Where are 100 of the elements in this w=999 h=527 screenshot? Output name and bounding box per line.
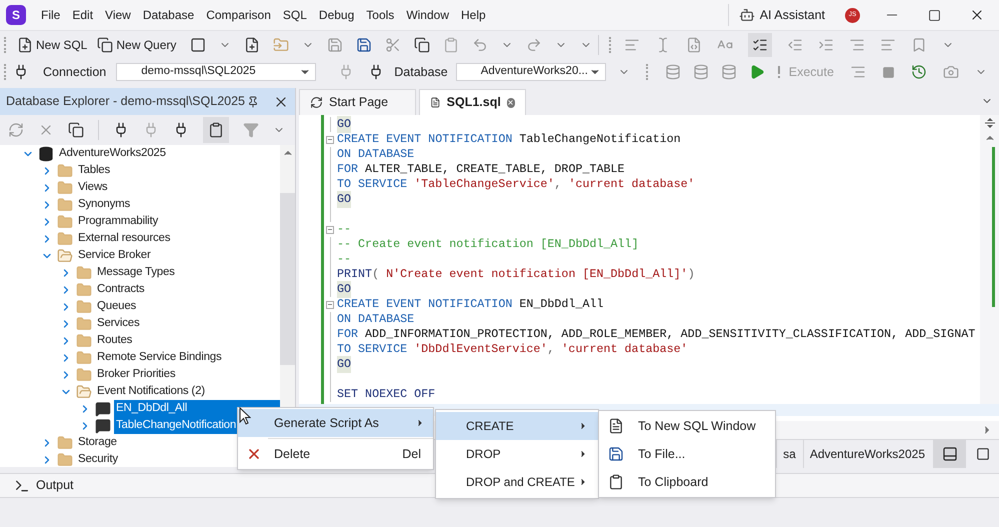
code-text: ADD_INFORMATION_PROTECTION, ADD_ROLE_MEMBER, ADD_SENSITIVITY_CLASSIFICATION, ADD_SIGNAT: [365, 326, 976, 343]
pin-icon[interactable]: [247, 96, 259, 108]
menu-item[interactable]: SQL: [278, 6, 312, 24]
menu-item[interactable]: To New SQL Window: [599, 412, 775, 440]
menu-item[interactable]: Help: [456, 6, 491, 24]
split-icon[interactable]: [984, 118, 994, 128]
save-icon[interactable]: [608, 446, 624, 462]
ai-assistant-button[interactable]: AI Assistant: [728, 6, 835, 24]
tree-item[interactable]: Synonyms: [76, 196, 280, 213]
code-text: PRINT: [337, 266, 372, 283]
fold-toggle[interactable]: [326, 226, 334, 234]
tree-item[interactable]: Service Broker: [76, 247, 280, 264]
tree-item[interactable]: Queues: [95, 298, 280, 315]
status-item[interactable]: AdventureWorks2025: [810, 444, 925, 462]
menu-item[interactable]: Generate Script As: [238, 409, 433, 437]
tree-item[interactable]: Broker Priorities: [95, 366, 280, 383]
refresh-icon[interactable]: [8, 122, 24, 138]
maximize-icon[interactable]: [928, 8, 941, 22]
new-file-icon[interactable]: [17, 36, 33, 52]
menu-item[interactable]: To Clipboard: [599, 468, 775, 496]
snapshot-icon[interactable]: [942, 64, 959, 80]
align-icon[interactable]: [849, 36, 866, 52]
menu-item[interactable]: DROP: [436, 440, 598, 468]
redo-icon[interactable]: [526, 36, 542, 52]
tree-item[interactable]: Event Notifications (2): [95, 383, 280, 400]
menu-item[interactable]: Window: [401, 6, 454, 24]
editor-tab[interactable]: SQL1.sql: [419, 89, 526, 115]
menu-item[interactable]: Database: [138, 6, 200, 24]
code-text: 'current database': [561, 340, 688, 358]
sql-file-icon[interactable]: [430, 96, 441, 109]
menu-item[interactable]: Debug: [314, 6, 360, 24]
tree-item[interactable]: Services: [95, 315, 280, 332]
database-icon: [38, 146, 54, 162]
outdent-icon[interactable]: [787, 36, 804, 52]
menu-item[interactable]: Edit: [67, 6, 98, 24]
code-text: ,: [554, 176, 562, 193]
speech-bubble-icon: [95, 400, 111, 416]
shortcut-text: Del: [402, 446, 422, 463]
stop-icon[interactable]: [882, 66, 895, 78]
delete-icon[interactable]: [246, 446, 262, 462]
tree-item[interactable]: Contracts: [95, 281, 280, 298]
full-panel-icon[interactable]: [976, 446, 990, 460]
code-text: 'current database': [568, 176, 695, 193]
new-file-icon[interactable]: [244, 36, 260, 52]
new-query-button[interactable]: New Query: [93, 34, 180, 56]
tree-item[interactable]: External resources: [76, 230, 280, 247]
editor-tab[interactable]: Start Page: [299, 89, 416, 115]
menu-item[interactable]: DROP and CREATE: [436, 468, 598, 496]
menu-item[interactable]: To File...: [599, 440, 775, 468]
scrollbar[interactable]: [980, 115, 999, 404]
sql-window-icon[interactable]: [608, 418, 624, 434]
folder-icon: [76, 350, 92, 366]
format-icon[interactable]: [624, 36, 640, 52]
tree-item[interactable]: Views: [76, 179, 280, 196]
undo-icon[interactable]: [472, 36, 488, 52]
menu-item[interactable]: Comparison: [201, 6, 276, 24]
indent-icon[interactable]: [818, 36, 834, 52]
copy-icon[interactable]: [414, 36, 430, 52]
bottom-panel-icon[interactable]: [942, 446, 958, 462]
database-refresh-icon[interactable]: [692, 64, 709, 80]
save-all-icon[interactable]: [356, 36, 372, 52]
history-icon[interactable]: [910, 64, 927, 80]
code-text: ): [688, 266, 695, 283]
cut-icon[interactable]: [385, 36, 402, 52]
close-tab-icon[interactable]: [506, 98, 515, 108]
bookmark-icon[interactable]: [911, 36, 928, 52]
new-sql-button[interactable]: New SQL: [13, 34, 92, 56]
status-item[interactable]: sa: [783, 444, 796, 462]
menu-item[interactable]: Delete Del: [238, 440, 433, 468]
sql-check-icon[interactable]: [752, 36, 768, 52]
database-edit-icon[interactable]: [664, 64, 681, 80]
start-page-icon[interactable]: [310, 96, 323, 109]
menu-item[interactable]: View: [100, 6, 136, 24]
database-check-icon[interactable]: [720, 64, 737, 80]
fold-toggle[interactable]: [326, 136, 334, 144]
tree-item[interactable]: Programmability: [76, 213, 280, 230]
menu-item[interactable]: CREATE: [436, 412, 598, 440]
tree-item[interactable]: Routes: [95, 332, 280, 349]
folder-icon: [57, 452, 73, 467]
connection-label: Connection: [43, 64, 106, 81]
menu-item[interactable]: File: [36, 6, 66, 24]
clipboard-icon[interactable]: [608, 474, 624, 490]
connection-combo[interactable]: demo-mssql\SQL2025: [116, 63, 316, 81]
fold-toggle[interactable]: [326, 300, 334, 308]
tree-item[interactable]: Tables: [76, 162, 280, 179]
code-text: FOR: [337, 160, 358, 178]
new-query-icon[interactable]: [97, 36, 114, 52]
tree-item[interactable]: Remote Service Bindings: [95, 349, 280, 366]
menu-item[interactable]: Tools: [361, 6, 400, 24]
robot-icon[interactable]: [738, 7, 755, 23]
output-tab[interactable]: Output: [14, 476, 74, 495]
code-text: EN_DbDdl_All: [519, 296, 604, 313]
tree-item[interactable]: Message Types: [95, 264, 280, 281]
database-label: Database: [394, 64, 448, 81]
database-combo[interactable]: AdventureWorks20...: [456, 63, 606, 81]
code-text: --: [337, 220, 352, 238]
play-icon[interactable]: [748, 64, 765, 80]
panel-title: Database Explorer - demo-mssql\SQL2025: [6, 93, 246, 110]
tree-item[interactable]: AdventureWorks2025: [57, 145, 280, 162]
code-text: GO: [337, 356, 352, 374]
